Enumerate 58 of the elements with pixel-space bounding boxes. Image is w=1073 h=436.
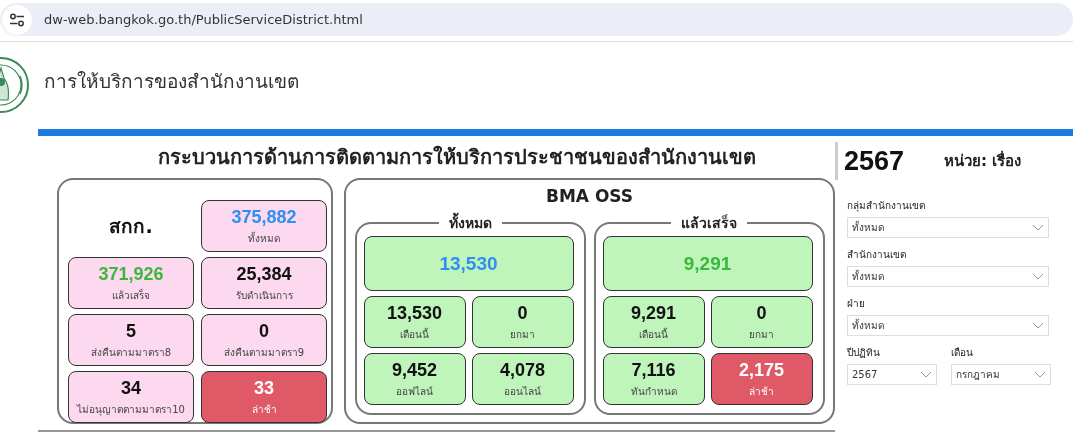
stat-label: ส่งคืนตามมาตรา9 bbox=[223, 345, 305, 360]
dropdown[interactable]: 2567 bbox=[847, 364, 937, 385]
filter-label: เดือน bbox=[951, 346, 974, 360]
chevron-down-icon bbox=[1032, 322, 1044, 329]
stat-label: ยกมา bbox=[510, 327, 535, 342]
url-text: dw-web.bangkok.go.th/PublicServiceDistrict.html bbox=[44, 12, 363, 27]
stat-value: 9,291 bbox=[630, 302, 676, 324]
stat-value: 34 bbox=[121, 377, 141, 399]
stat-value: 0 bbox=[259, 320, 269, 342]
dashboard-title: กระบวนการด้านการติดตามการให้บริการประชาชนของสำนักงานเขต bbox=[156, 144, 757, 171]
stat-label: เดือนนี้ bbox=[400, 326, 429, 342]
stat-label: ไม่อนุญาตตามมาตรา10 bbox=[77, 402, 185, 417]
stat-value: 2,175 bbox=[738, 359, 784, 381]
group-title: แล้วเสร็จ bbox=[680, 213, 738, 233]
year-text: 2567 bbox=[844, 145, 905, 177]
filter-label: ฝ่าย bbox=[847, 297, 866, 311]
stat-label: แล้วเสร็จ bbox=[112, 287, 150, 303]
filter-label: กลุ่มสำนักงานเขต bbox=[847, 199, 926, 213]
filter-label: ปีปฏิทิน bbox=[847, 346, 881, 360]
chevron-down-icon bbox=[1032, 224, 1044, 231]
dropdown[interactable]: กรกฎาคม bbox=[951, 364, 1051, 385]
stat-value: 7,116 bbox=[631, 359, 676, 381]
stat-value: 13,530 bbox=[439, 252, 498, 275]
unit-text: หน่วย: เรื่อง bbox=[944, 149, 1022, 172]
stat-label: เดือนนี้ bbox=[639, 326, 668, 342]
stat-value: 0 bbox=[517, 302, 528, 324]
stat-label: ส่งคืนตามมาตรา8 bbox=[90, 345, 172, 360]
stat-label: ทันกำหนด bbox=[630, 384, 677, 399]
dropdown[interactable]: ทั้งหมด bbox=[847, 315, 1049, 336]
stat-value: 33 bbox=[254, 377, 274, 399]
stat-label: ทั้งหมด bbox=[248, 230, 280, 246]
stat-value: 371,926 bbox=[98, 263, 164, 285]
stat-label: ล่าช้า bbox=[749, 384, 774, 399]
dropdown[interactable]: ทั้งหมด bbox=[847, 217, 1049, 238]
chevron-down-icon bbox=[1034, 371, 1046, 378]
stat-label: ออฟไลน์ bbox=[396, 384, 433, 399]
panel-title: สกก. bbox=[108, 214, 154, 239]
dropdown[interactable]: ทั้งหมด bbox=[847, 266, 1049, 287]
stat-value: 13,530 bbox=[386, 302, 443, 324]
address-bar[interactable]: dw-web.bangkok.go.th/PublicServiceDistrict.html bbox=[0, 3, 1073, 36]
page-title: การให้บริการของสำนักงานเขต bbox=[44, 69, 299, 94]
stat-label: ออนไลน์ bbox=[504, 384, 541, 399]
stat-value: 25,384 bbox=[236, 263, 292, 285]
stat-value: 375,882 bbox=[231, 206, 297, 228]
chevron-down-icon bbox=[920, 371, 932, 378]
stat-value: 0 bbox=[756, 302, 767, 324]
panel-title: BMA OSS bbox=[545, 186, 634, 208]
stat-value: 9,291 bbox=[683, 252, 732, 275]
stat-label: รับดำเนินการ bbox=[235, 288, 293, 303]
group-title: ทั้งหมด bbox=[438, 212, 502, 234]
stat-value: 5 bbox=[126, 320, 136, 342]
stat-value: 9,452 bbox=[391, 359, 437, 381]
stat-value: 4,078 bbox=[499, 359, 545, 381]
site-settings-icon[interactable] bbox=[9, 12, 25, 27]
chevron-down-icon bbox=[1032, 273, 1044, 280]
filter-label: สำนักงานเขต bbox=[847, 248, 907, 262]
stat-label: ยกมา bbox=[749, 327, 774, 342]
stat-label: ล่าช้า bbox=[251, 402, 277, 417]
